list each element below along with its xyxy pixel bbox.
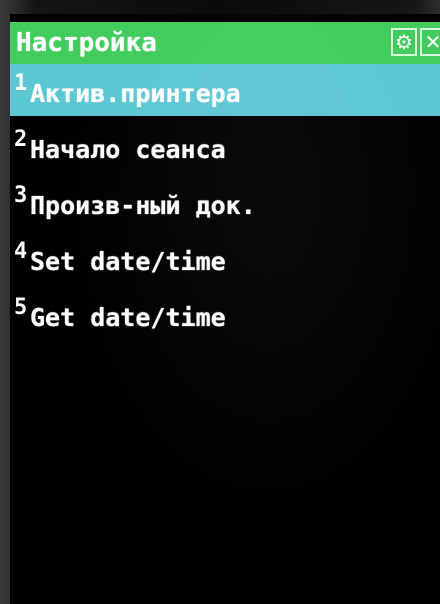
menu-item-number: 2 xyxy=(14,127,28,152)
title-bar: Настройка ⚙ ✕ xyxy=(10,22,440,64)
menu-item-label: Set date/time xyxy=(30,247,226,276)
menu-item-activate-printer[interactable]: 1 Актив.принтера xyxy=(10,64,440,116)
menu-item-number: 4 xyxy=(14,239,28,264)
menu-item-number: 5 xyxy=(14,295,28,320)
menu-item-number: 1 xyxy=(14,71,28,96)
menu-item-custom-document[interactable]: 3 Произв-ный док. xyxy=(10,172,440,228)
settings-icon[interactable]: ⚙ xyxy=(391,28,417,56)
menu-item-set-date-time[interactable]: 4 Set date/time xyxy=(10,228,440,284)
menu-list: 1 Актив.принтера 2 Начало сеанса 3 Произ… xyxy=(10,64,440,340)
menu-item-label: Актив.принтера xyxy=(30,79,241,108)
menu-item-number: 3 xyxy=(14,183,28,208)
menu-item-label: Начало сеанса xyxy=(30,135,226,164)
close-icon[interactable]: ✕ xyxy=(420,28,440,56)
menu-item-start-session[interactable]: 2 Начало сеанса xyxy=(10,116,440,172)
menu-item-label: Произв-ный док. xyxy=(30,191,256,220)
menu-item-label: Get date/time xyxy=(30,303,226,332)
page-title: Настройка xyxy=(16,28,157,58)
title-icons: ⚙ ✕ xyxy=(391,28,440,56)
device-screen: Настройка ⚙ ✕ 1 Актив.принтера 2 Начало … xyxy=(10,14,440,604)
menu-item-get-date-time[interactable]: 5 Get date/time xyxy=(10,284,440,340)
